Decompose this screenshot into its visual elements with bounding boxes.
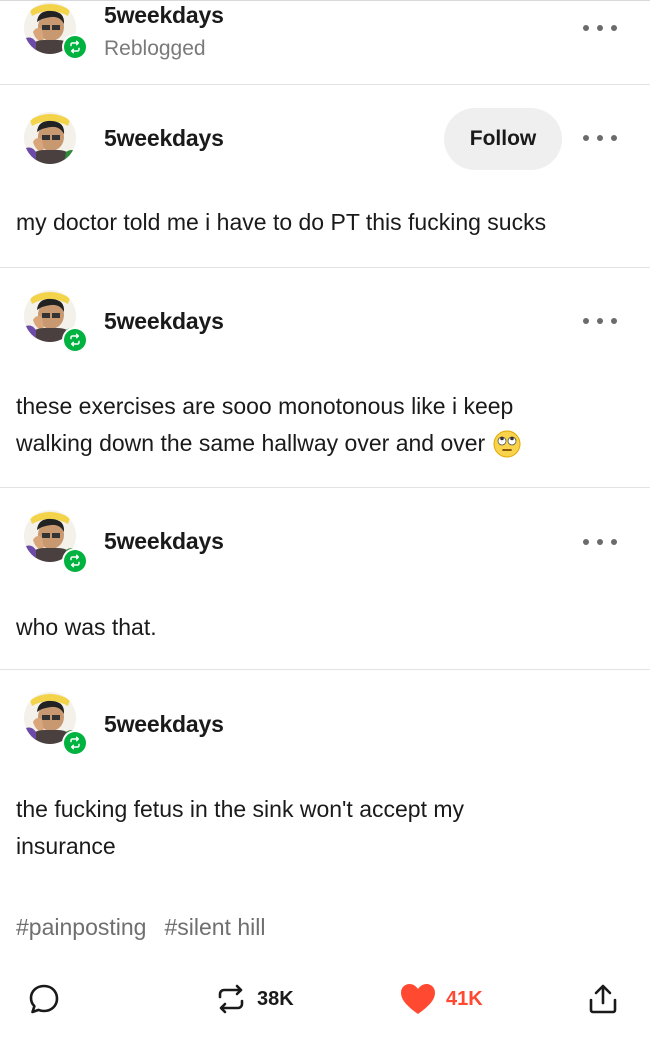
tag-list: #painposting #silent hill	[16, 914, 283, 941]
username[interactable]: 5weekdays	[104, 308, 224, 335]
divider	[0, 487, 650, 488]
username[interactable]: 5weekdays	[104, 711, 224, 738]
rolling-eyes-emoji	[493, 430, 521, 457]
share-icon	[589, 984, 617, 1014]
post-text-line: the fucking fetus in the sink won't acce…	[16, 796, 465, 822]
avatar[interactable]	[24, 112, 76, 164]
comment-button[interactable]	[26, 981, 62, 1017]
reblogged-label: Reblogged	[104, 37, 206, 60]
more-icon[interactable]	[583, 128, 617, 148]
reblog-badge-icon	[62, 327, 88, 353]
more-icon[interactable]	[583, 532, 617, 552]
reblog-count: 38K	[257, 987, 294, 1010]
tag-link[interactable]: #silent hill	[164, 914, 265, 940]
like-button[interactable]: 41K	[398, 981, 483, 1017]
post-text: my doctor told me i have to do PT this f…	[16, 209, 547, 235]
share-button[interactable]	[585, 981, 621, 1017]
like-count: 41K	[446, 987, 483, 1010]
heart-icon	[401, 984, 435, 1014]
post-text: who was that.	[16, 614, 157, 640]
post-text-line: walking down the same hallway over and o…	[16, 425, 521, 462]
reblog-badge-icon	[62, 548, 88, 574]
username[interactable]: 5weekdays	[104, 2, 224, 29]
more-icon[interactable]	[583, 18, 617, 38]
more-icon[interactable]	[583, 311, 617, 331]
reblog-icon	[218, 984, 244, 1014]
divider	[0, 669, 650, 670]
tag-link[interactable]: #painposting	[16, 914, 146, 940]
comment-icon	[29, 984, 59, 1014]
post-text-line-content: walking down the same hallway over and o…	[16, 430, 486, 456]
username[interactable]: 5weekdays	[104, 125, 224, 152]
follow-button[interactable]: Follow	[444, 108, 562, 170]
reblog-button[interactable]: 38K	[213, 981, 294, 1017]
divider	[0, 267, 650, 268]
post-text: these exercises are sooo monotonous like…	[16, 388, 521, 462]
post-text-line: insurance	[16, 833, 116, 859]
top-border	[0, 0, 650, 1]
reblog-badge-icon	[62, 34, 88, 60]
post-text: the fucking fetus in the sink won't acce…	[16, 791, 464, 865]
username[interactable]: 5weekdays	[104, 528, 224, 555]
divider	[0, 84, 650, 85]
post-text-line: these exercises are sooo monotonous like…	[16, 393, 514, 419]
reblog-badge-icon	[62, 730, 88, 756]
